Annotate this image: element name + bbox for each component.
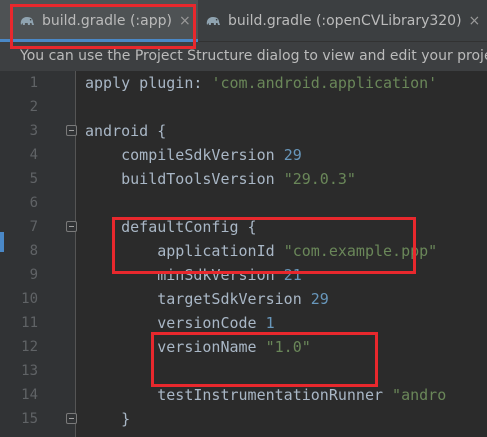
line-number: 7 [29, 219, 38, 235]
code-line[interactable]: 12 versionName "1.0" [0, 335, 487, 359]
code-token: applicationId [85, 242, 284, 260]
line-number: 3 [29, 123, 38, 139]
code-line[interactable]: 13 [0, 359, 487, 383]
line-number: 4 [29, 147, 38, 163]
code-text: buildToolsVersion "29.0.3" [85, 167, 356, 191]
string-literal: "com.example.ppp" [283, 242, 438, 260]
line-number: 2 [29, 99, 38, 115]
code-token: compileSdkVersion [85, 146, 284, 164]
code-line[interactable]: 1 apply plugin: 'com.android.application' [0, 71, 487, 95]
line-number: 9 [29, 267, 38, 283]
code-text: versionName "1.0" [85, 335, 311, 359]
tab-label: build.gradle (:openCVLibrary320) [228, 13, 462, 29]
line-number: 8 [29, 243, 38, 259]
line-number: 11 [21, 315, 38, 331]
code-text: versionCode 1 [85, 311, 275, 335]
code-token: android { [85, 122, 167, 140]
code-line[interactable]: 4 compileSdkVersion 29 [0, 143, 487, 167]
code-line[interactable]: 5 buildToolsVersion "29.0.3" [0, 167, 487, 191]
line-number: 1 [29, 75, 38, 91]
code-line[interactable]: 10 targetSdkVersion 29 [0, 287, 487, 311]
code-token: versionName [85, 338, 266, 356]
editor-tab-bar: build.gradle (:app) × build.gradle (:ope… [0, 0, 487, 49]
fold-marker-icon[interactable] [66, 413, 77, 424]
code-line[interactable]: 15 } [0, 407, 487, 431]
code-token: apply plugin: [85, 74, 212, 92]
string-literal: "29.0.3" [283, 170, 356, 188]
fold-marker-icon[interactable] [66, 125, 77, 136]
number-literal: 29 [310, 290, 329, 308]
number-literal: 29 [283, 146, 302, 164]
code-text: applicationId "com.example.ppp" [85, 239, 437, 263]
code-token: minSdkVersion [85, 266, 284, 284]
code-line[interactable]: 11 versionCode 1 [0, 311, 487, 335]
code-text: apply plugin: 'com.android.application' [85, 71, 437, 95]
code-token: defaultConfig { [85, 218, 257, 236]
line-number: 14 [21, 387, 38, 403]
code-token: targetSdkVersion [85, 290, 311, 308]
string-literal: 'com.android.application' [211, 74, 438, 92]
code-token: versionCode [85, 314, 266, 332]
code-text: } [85, 407, 130, 431]
tab-close-icon[interactable]: × [469, 13, 481, 29]
tab-highlight-annotation [10, 4, 196, 49]
code-token: buildToolsVersion [85, 170, 284, 188]
line-number: 10 [21, 291, 38, 307]
code-line[interactable]: 6 [0, 191, 487, 215]
code-text: testInstrumentationRunner "andro [85, 383, 446, 407]
gradle-elephant-icon [206, 17, 220, 25]
number-literal: 21 [283, 266, 302, 284]
line-number: 13 [21, 363, 38, 379]
line-number: 15 [21, 411, 38, 427]
code-token: testInstrumentationRunner [85, 386, 393, 404]
code-text: android { [85, 119, 166, 143]
line-number: 12 [21, 339, 38, 355]
code-text: defaultConfig { [85, 215, 257, 239]
code-line[interactable]: 3 android { [0, 119, 487, 143]
line-number: 5 [29, 171, 38, 187]
code-line[interactable]: 9 minSdkVersion 21 [0, 263, 487, 287]
code-line[interactable]: 2 [0, 95, 487, 119]
tab-build-gradle-opencv[interactable]: build.gradle (:openCVLibrary320) × [198, 0, 487, 42]
code-editor[interactable]: 1 apply plugin: 'com.android.application'… [0, 71, 487, 437]
line-number: 6 [29, 195, 38, 211]
string-literal: "andro [392, 386, 447, 404]
code-text: minSdkVersion 21 [85, 263, 302, 287]
code-token: } [85, 410, 131, 428]
code-text: targetSdkVersion 29 [85, 287, 329, 311]
code-line[interactable]: 7 defaultConfig { [0, 215, 487, 239]
fold-marker-icon[interactable] [66, 221, 77, 232]
code-line[interactable]: 14 testInstrumentationRunner "andro [0, 383, 487, 407]
code-text: compileSdkVersion 29 [85, 143, 302, 167]
number-literal: 1 [265, 314, 275, 332]
code-line[interactable]: 8 applicationId "com.example.ppp" [0, 239, 487, 263]
string-literal: "1.0" [265, 338, 311, 356]
